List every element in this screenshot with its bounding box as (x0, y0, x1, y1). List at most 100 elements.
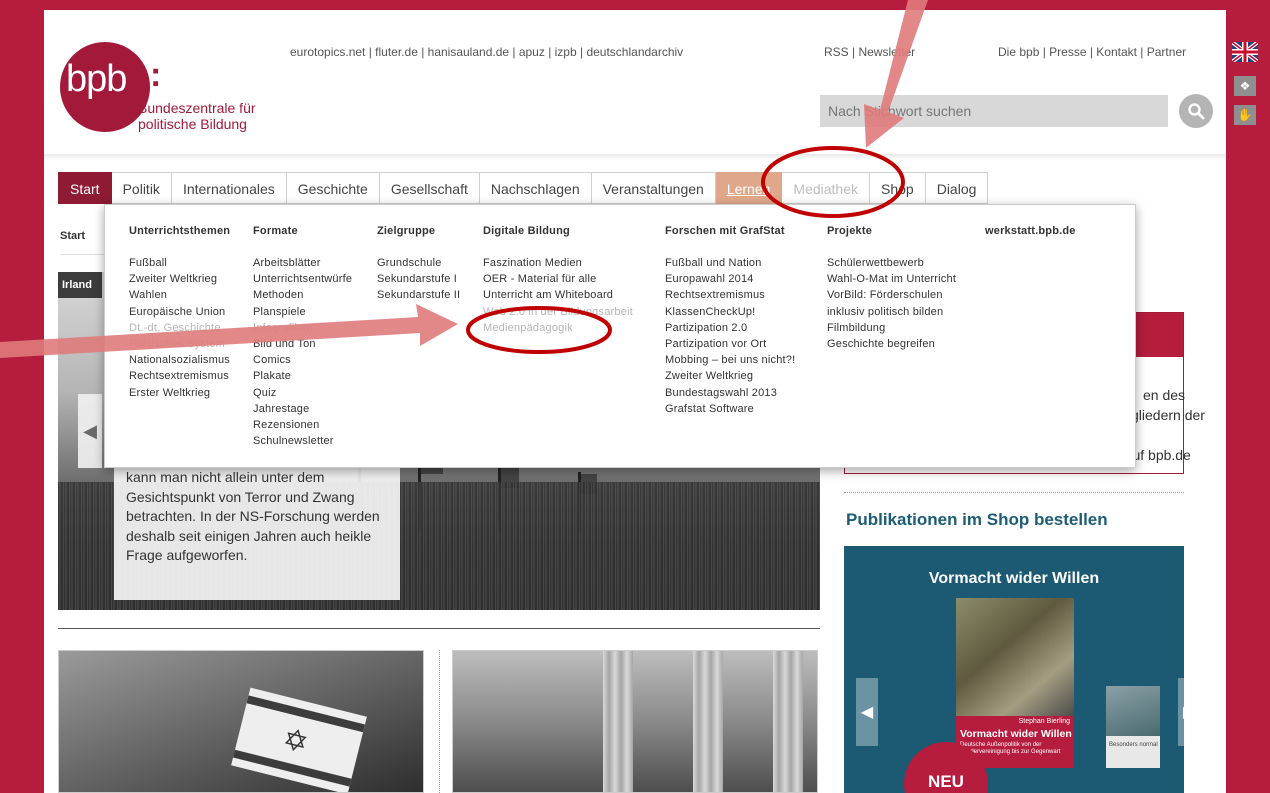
nav-gesellschaft[interactable]: Gesellschaft (379, 172, 480, 204)
menu-column-heading[interactable]: Unterrichtsthemen (129, 225, 230, 241)
menu-item[interactable]: Infografiken (253, 320, 352, 336)
menu-item[interactable]: Rezensionen (253, 417, 352, 433)
nav-geschichte[interactable]: Geschichte (286, 172, 380, 204)
hero-tab[interactable]: Irland (58, 272, 102, 298)
info-box-text: gliedern der (1131, 407, 1205, 423)
sign-language-icon[interactable]: ✋ (1234, 105, 1256, 125)
curtain-shape (693, 651, 723, 792)
nav-veranstaltungen[interactable]: Veranstaltungen (591, 172, 716, 204)
menu-item[interactable]: Web 2.0 in der Bildungsarbeit (483, 304, 633, 320)
header-shadow (44, 154, 1226, 160)
menu-item[interactable]: Jahrestage (253, 401, 352, 417)
logo-line-1: Bundeszentrale für (138, 100, 256, 116)
search-button[interactable] (1179, 94, 1213, 128)
menu-column-heading[interactable]: Forschen mit GrafStat (665, 225, 795, 241)
nav-nachschlagen[interactable]: Nachschlagen (479, 172, 592, 204)
menu-item[interactable]: Zweiter Weltkrieg (665, 368, 795, 384)
breadcrumb[interactable]: Start (60, 230, 85, 242)
menu-item[interactable]: Plakate (253, 368, 352, 384)
page-frame: bpb : Bundeszentrale für politische Bild… (44, 10, 1226, 793)
menu-item[interactable]: Erster Weltkrieg (129, 385, 230, 401)
menu-item[interactable]: Grundschule (377, 255, 460, 271)
shop-book-title[interactable]: Vormacht wider Willen (844, 570, 1184, 588)
hero-prev-button[interactable]: ◀ (78, 394, 102, 468)
nav-politik[interactable]: Politik (111, 172, 172, 204)
menu-column-zielgruppe: Zielgruppe Grundschule Sekundarstufe I S… (377, 225, 460, 304)
menu-item[interactable]: Schulnewsletter (253, 433, 352, 449)
menu-item[interactable]: Rechtsextremismus (129, 368, 230, 384)
menu-item[interactable]: Unterrichtsentwürfe (253, 271, 352, 287)
menu-item[interactable]: Schülerwettbewerb (827, 255, 956, 271)
nav-internationales[interactable]: Internationales (171, 172, 287, 204)
nav-lernen[interactable]: Lernen (715, 172, 783, 204)
rss-newsletter-links[interactable]: RSS | Newsletter (824, 45, 915, 59)
curtain-shape (603, 651, 633, 792)
menu-item[interactable]: Unterricht am Whiteboard (483, 287, 633, 303)
menu-item[interactable]: Partizipation vor Ort (665, 336, 795, 352)
menu-item[interactable]: VorBild: Förderschulen (827, 287, 956, 303)
uk-flag-icon[interactable] (1230, 40, 1260, 64)
menu-item[interactable]: Quiz (253, 385, 352, 401)
menu-item[interactable]: Mobbing – bei uns nicht?! (665, 352, 795, 368)
menu-item[interactable]: Comics (253, 352, 352, 368)
bpb-logo[interactable]: bpb : Bundeszentrale für politische Bild… (60, 42, 280, 142)
shop-next-button[interactable]: ▶ (1178, 678, 1184, 746)
menu-item[interactable]: Methoden (253, 287, 352, 303)
menu-item[interactable]: Sekundarstufe I (377, 271, 460, 287)
menu-item[interactable]: Wahlen (129, 287, 230, 303)
menu-item[interactable]: Filmbildung (827, 320, 956, 336)
nav-start[interactable]: Start (58, 172, 112, 204)
menu-item[interactable]: Rechtsextremismus (665, 287, 795, 303)
menu-item[interactable]: Europawahl 2014 (665, 271, 795, 287)
nav-mediathek[interactable]: Mediathek (782, 172, 870, 204)
menu-item[interactable]: OER - Material für alle (483, 271, 633, 287)
menu-item[interactable]: KlassenCheckUp! (665, 304, 795, 320)
menu-item[interactable]: Arbeitsblätter (253, 255, 352, 271)
menu-item[interactable]: Nationalsozialismus (129, 352, 230, 368)
menu-item[interactable]: Bundestagswahl 2013 (665, 385, 795, 401)
chevron-right-icon: ▶ (1183, 702, 1184, 722)
menu-column-unterrichtsthemen: Unterrichtsthemen Fußball Zweiter Weltkr… (129, 225, 230, 401)
menu-item[interactable]: Partizipation 2.0 (665, 320, 795, 336)
easy-language-icon[interactable]: ❖ (1234, 76, 1256, 96)
menu-column-heading[interactable]: Digitale Bildung (483, 225, 633, 241)
menu-item[interactable]: Faszination Medien (483, 255, 633, 271)
menu-item[interactable]: Grafstat Software (665, 401, 795, 417)
book-cover-secondary[interactable]: Besonders normal (1106, 686, 1160, 768)
menu-item[interactable]: Europäische Union (129, 304, 230, 320)
menu-item[interactable]: Planspiele (253, 304, 352, 320)
menu-column-heading[interactable]: Zielgruppe (377, 225, 460, 241)
shop-carousel[interactable]: Vormacht wider Willen Stephan Bierling V… (844, 546, 1184, 793)
hero-text-line: Gesichtspunkt von Terror und Zwang (126, 488, 355, 505)
menu-item[interactable]: Wahl-O-Mat im Unterricht (827, 271, 956, 287)
menu-item[interactable]: Dt.-dt. Geschichte (129, 320, 230, 336)
menu-column-heading[interactable]: Projekte (827, 225, 956, 241)
teaser-divider (439, 650, 440, 793)
menu-item[interactable]: Fußball und Nation (665, 255, 795, 271)
menu-item[interactable]: Zweiter Weltkrieg (129, 271, 230, 287)
book-name: Vormacht wider Willen (960, 728, 1072, 740)
logo-line-2: politische Bildung (138, 116, 247, 132)
nav-dialog[interactable]: Dialog (925, 172, 989, 204)
menu-item[interactable]: Geschichte begreifen (827, 336, 956, 352)
partner-sites-links[interactable]: eurotopics.net | fluter.de | hanisauland… (290, 45, 683, 59)
book-cover[interactable]: Stephan Bierling Vormacht wider Willen D… (956, 598, 1074, 768)
menu-item[interactable]: inklusiv politisch bilden (827, 304, 956, 320)
shop-prev-button[interactable]: ◀ (856, 678, 878, 746)
menu-item-medienpaedagogik[interactable]: Medienpädagogik (483, 320, 633, 336)
menu-item[interactable]: Sekundarstufe II (377, 287, 460, 303)
corporate-links[interactable]: Die bpb | Presse | Kontakt | Partner (998, 45, 1186, 59)
hero-teaser[interactable]: kann man nicht allein unter dem Gesichts… (114, 458, 400, 600)
menu-item[interactable]: Fußball (129, 255, 230, 271)
menu-column-heading[interactable]: werkstatt.bpb.de (985, 225, 1076, 241)
search-input[interactable] (820, 95, 1168, 127)
menu-item[interactable]: Bild und Ton (253, 336, 352, 352)
menu-item[interactable]: Politisches System (129, 336, 230, 352)
lernen-mega-menu: Unterrichtsthemen Fußball Zweiter Weltkr… (104, 204, 1136, 468)
teaser-image-flag[interactable]: ✡ (58, 650, 424, 793)
teaser-image-photo[interactable] (452, 650, 818, 793)
menu-column-grafstat: Forschen mit GrafStat Fußball und Nation… (665, 225, 795, 417)
menu-column-heading[interactable]: Formate (253, 225, 352, 241)
nav-shop[interactable]: Shop (870, 172, 926, 204)
shop-heading[interactable]: Publikationen im Shop bestellen (846, 510, 1108, 530)
